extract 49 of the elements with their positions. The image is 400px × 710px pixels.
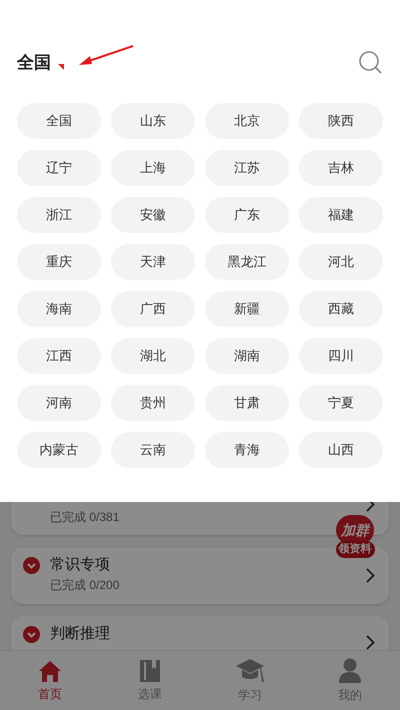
province-chip[interactable]: 河南 [17,385,101,421]
region-title[interactable]: 全国 [17,50,51,76]
province-chip[interactable]: 甘肃 [205,385,289,421]
province-chip[interactable]: 广东 [205,197,289,233]
province-chip[interactable]: 全国 [17,103,101,139]
chevron-down-circle-icon [23,626,40,643]
province-chip[interactable]: 西藏 [299,291,383,327]
progress-text: 已完成 0/200 [50,577,120,594]
chevron-right-icon [366,635,375,650]
course-title: 判断推理 [50,624,110,644]
province-chip[interactable]: 安徽 [111,197,195,233]
province-chip[interactable]: 四川 [299,338,383,374]
province-chip[interactable]: 内蒙古 [17,432,101,468]
course-title: 常识专项 [50,555,110,575]
badge-text: 领资料 [336,541,374,558]
graduation-cap-icon [235,658,265,684]
course-card[interactable]: 判断推理 [11,616,389,650]
province-chip[interactable]: 青海 [205,432,289,468]
province-chip[interactable]: 北京 [205,103,289,139]
progress-text: 已完成 0/381 [50,509,120,526]
province-chip[interactable]: 辽宁 [17,150,101,186]
house-icon [38,658,62,682]
province-chip[interactable]: 浙江 [17,197,101,233]
province-chip[interactable]: 重庆 [17,244,101,280]
province-chip[interactable]: 河北 [299,244,383,280]
province-chip[interactable]: 云南 [111,432,195,468]
dropdown-caret-icon[interactable] [58,64,64,70]
province-chip[interactable]: 上海 [111,150,195,186]
province-chip[interactable]: 黑龙江 [205,244,289,280]
search-icon[interactable] [358,50,383,75]
chevron-down-circle-icon [23,557,40,574]
province-chip[interactable]: 湖南 [205,338,289,374]
province-chip[interactable]: 宁夏 [299,385,383,421]
person-icon [338,658,362,684]
province-chip[interactable]: 山东 [111,103,195,139]
book-icon [138,658,162,682]
province-chip[interactable]: 新疆 [205,291,289,327]
province-chip[interactable]: 江苏 [205,150,289,186]
province-chip[interactable]: 福建 [299,197,383,233]
province-chip[interactable]: 海南 [17,291,101,327]
chevron-right-icon [366,568,375,583]
province-chip[interactable]: 贵州 [111,385,195,421]
province-chip[interactable]: 山西 [299,432,383,468]
province-chip[interactable]: 天津 [111,244,195,280]
province-chip[interactable]: 湖北 [111,338,195,374]
province-chip[interactable]: 江西 [17,338,101,374]
province-chip[interactable]: 吉林 [299,150,383,186]
province-chip[interactable]: 陕西 [299,103,383,139]
province-chip[interactable]: 广西 [111,291,195,327]
